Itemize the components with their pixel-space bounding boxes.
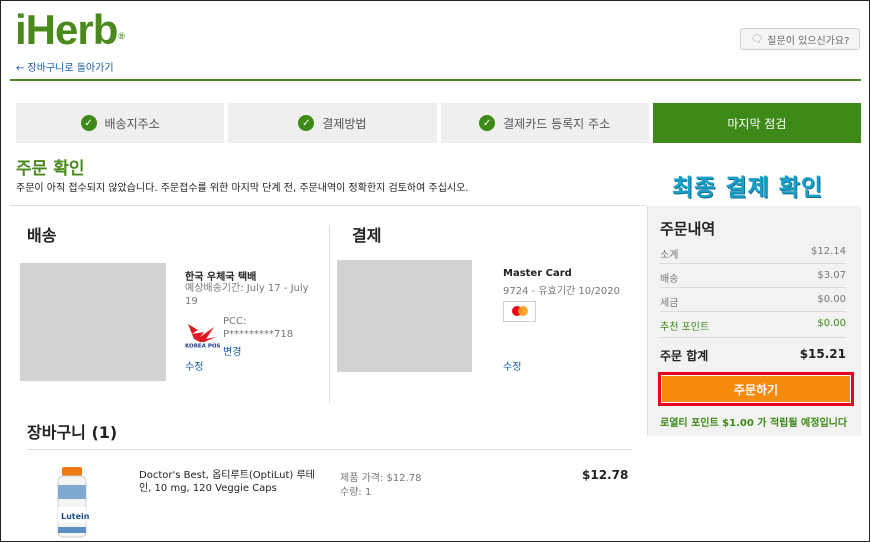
product-name[interactable]: Doctor's Best, 옵티루트(OptiLut) 루테인, 10 mg,… bbox=[139, 469, 324, 495]
check-icon: ✓ bbox=[298, 115, 315, 131]
step-label: 마지막 점검 bbox=[727, 116, 787, 131]
card-name: Master Card bbox=[503, 268, 572, 279]
card-detail: 9724 - 유효기간 10/2020 bbox=[503, 286, 620, 297]
help-button-label: 질문이 있으신가요? bbox=[767, 35, 850, 47]
shipping-title: 배송 bbox=[27, 226, 57, 245]
cart-title: 장바구니 (1) bbox=[27, 423, 118, 442]
redacted-billing bbox=[337, 260, 472, 372]
chat-icon: 🗨 bbox=[750, 33, 764, 45]
order-summary-panel: 주문내역 소계 $12.14 배송 $3.07 세금 $0.00 추천 포인트 $0.0… bbox=[647, 206, 861, 436]
step-shipping-address[interactable]: ✓ 배송지주소 bbox=[16, 103, 225, 143]
summary-row-referral-points: 추천 포인트 $0.00 bbox=[660, 318, 846, 333]
product-total: $12.78 bbox=[582, 468, 629, 482]
redacted-address bbox=[20, 263, 166, 381]
cart-divider bbox=[27, 449, 632, 450]
loyalty-points-note: 로열티 포인트 $1.00 가 적립될 예정입니다 bbox=[660, 418, 848, 429]
product-image-label: Lutein bbox=[61, 512, 90, 521]
header-divider bbox=[10, 79, 861, 81]
check-icon: ✓ bbox=[80, 115, 97, 131]
summary-title: 주문내역 bbox=[660, 220, 716, 238]
edit-shipping-link[interactable]: 수정 bbox=[185, 358, 203, 373]
edit-payment-link[interactable]: 수정 bbox=[503, 358, 521, 373]
step-billing-address[interactable]: ✓ 결제카드 등록지 주소 bbox=[440, 103, 649, 143]
delivery-estimate: 예상배송기간: July 17 - July 19 bbox=[185, 283, 309, 307]
summary-row-subtotal: 소계 $12.14 bbox=[660, 246, 846, 261]
section-divider bbox=[10, 205, 646, 206]
summary-total: 주문 합계 $15.21 bbox=[660, 347, 846, 363]
change-pcc-link[interactable]: 변경 bbox=[223, 343, 241, 358]
overlay-caption: 최종 결제 확인 bbox=[672, 175, 823, 201]
help-button[interactable]: 🗨 질문이 있으신가요? bbox=[740, 28, 860, 50]
order-button-highlight: 주문하기 bbox=[658, 372, 854, 406]
check-icon: ✓ bbox=[479, 115, 496, 131]
summary-row-tax: 세금 $0.00 bbox=[660, 294, 846, 309]
step-payment-method[interactable]: ✓ 결제방법 bbox=[228, 103, 437, 143]
page-title: 주문 확인 bbox=[16, 159, 85, 179]
payment-title: 결제 bbox=[352, 226, 382, 245]
mastercard-icon bbox=[503, 301, 536, 322]
checkout-steps: ✓ 배송지주소 ✓ 결제방법 ✓ 결제카드 등록지 주소 마지막 점검 bbox=[16, 103, 861, 143]
korea-post-logo: KOREA POST bbox=[185, 324, 220, 350]
step-label: 결제방법 bbox=[322, 116, 367, 131]
summary-row-shipping: 배송 $3.07 bbox=[660, 270, 846, 285]
page-subtitle: 주문이 아직 접수되지 않았습니다. 주문접수를 위한 마지막 단계 전, 주문… bbox=[16, 183, 469, 194]
svg-text:KOREA POST: KOREA POST bbox=[185, 344, 220, 350]
product-quantity: 수량: 1 bbox=[340, 487, 372, 498]
carrier-name: 한국 우체국 택배 bbox=[185, 272, 257, 283]
step-label: 결제카드 등록지 주소 bbox=[503, 116, 611, 131]
back-to-cart-link[interactable]: ← 장바구니로 돌아가기 bbox=[16, 59, 114, 74]
column-divider bbox=[329, 225, 330, 403]
pcc-value: P*********718 bbox=[223, 329, 294, 340]
product-image[interactable]: Lutein bbox=[52, 467, 92, 539]
product-price: 제품 가격: $12.78 bbox=[340, 473, 422, 484]
pcc-label: PCC: bbox=[223, 316, 247, 327]
iherb-logo[interactable]: iHerb® bbox=[15, 8, 125, 52]
step-final-review: 마지막 점검 bbox=[652, 103, 861, 143]
step-label: 배송지주소 bbox=[104, 116, 160, 131]
place-order-button[interactable]: 주문하기 bbox=[662, 376, 850, 402]
